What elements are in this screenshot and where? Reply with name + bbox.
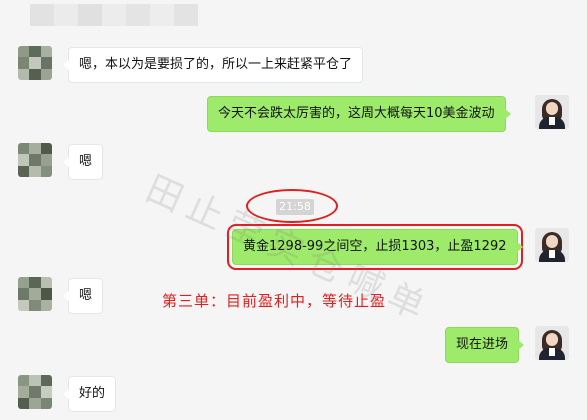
message-bubble-incoming[interactable]: 嗯 xyxy=(62,144,104,180)
contact-avatar[interactable] xyxy=(18,143,52,177)
my-avatar[interactable] xyxy=(535,326,569,360)
message-bubble-outgoing[interactable]: 现在进场 xyxy=(445,327,525,363)
contact-avatar[interactable] xyxy=(18,46,52,80)
annotation-note: 第三单：目前盈利中，等待止盈 xyxy=(162,292,387,310)
message-bubble-outgoing-highlighted[interactable]: 黄金1298-99之间空，止损1303，止盈1292 xyxy=(227,224,523,270)
my-avatar[interactable] xyxy=(535,95,569,129)
my-avatar[interactable] xyxy=(535,228,569,262)
chat-window: 嗯，本以为是要损了的，所以一上来赶紧平仓了 今天不会跌太厉害的，这周大概每天10… xyxy=(0,0,587,420)
message-bubble-incoming[interactable]: 好的 xyxy=(62,376,117,412)
contact-avatar[interactable] xyxy=(18,375,52,409)
contact-avatar[interactable] xyxy=(18,277,52,311)
message-bubble-incoming[interactable]: 嗯，本以为是要损了的，所以一上来赶紧平仓了 xyxy=(62,47,364,83)
message-bubble-outgoing[interactable]: 今天不会跌太厉害的，这周大概每天10美金波动 xyxy=(207,96,511,132)
message-bubble-incoming[interactable]: 嗯 xyxy=(62,278,104,314)
message-timestamp: 21:58 xyxy=(276,199,314,215)
blurred-header xyxy=(0,0,587,30)
